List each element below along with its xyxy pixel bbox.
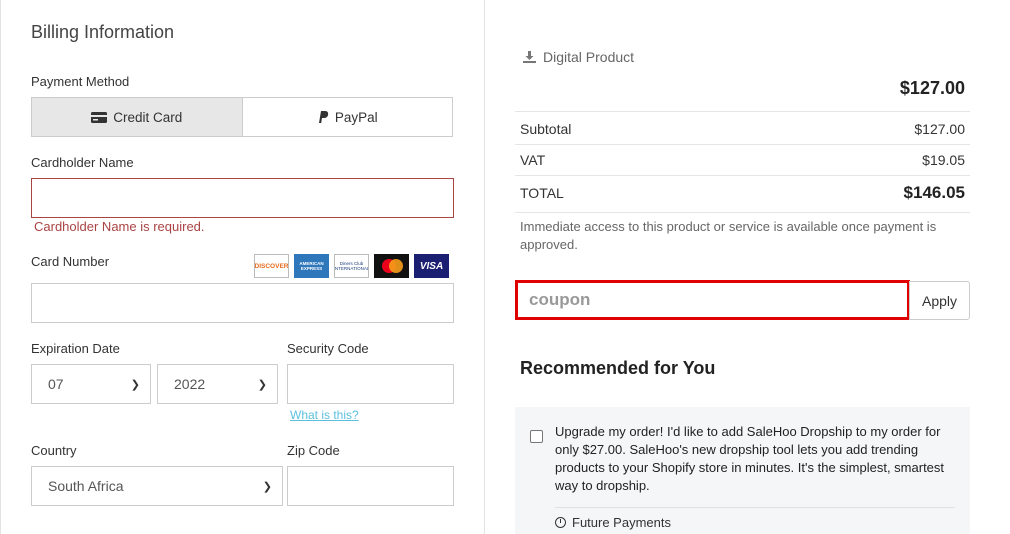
mastercard-logo xyxy=(374,254,409,278)
cardholder-name-input[interactable] xyxy=(31,178,454,218)
subtotal-row: Subtotal $127.00 xyxy=(515,121,970,137)
tab-credit-card[interactable]: Credit Card xyxy=(32,98,243,136)
country-select[interactable]: South Africa ❯ xyxy=(31,466,283,506)
expiration-label: Expiration Date xyxy=(31,341,120,356)
download-icon xyxy=(523,51,536,63)
chevron-down-icon: ❯ xyxy=(257,378,267,391)
zip-code-input[interactable] xyxy=(287,466,454,506)
vat-row: VAT $19.05 xyxy=(515,152,970,168)
exp-year-select[interactable]: 2022 ❯ xyxy=(157,364,278,404)
tab-credit-card-label: Credit Card xyxy=(113,109,183,125)
product-type-label: Digital Product xyxy=(543,49,635,65)
divider xyxy=(515,212,970,213)
payment-method-label: Payment Method xyxy=(31,74,130,89)
card-number-label: Card Number xyxy=(31,254,110,269)
exp-year-value: 2022 xyxy=(174,376,206,392)
total-row: TOTAL $146.05 xyxy=(515,183,970,203)
diners-logo: Diners Club INTERNATIONAL xyxy=(334,254,369,278)
subtotal-label: Subtotal xyxy=(520,121,572,137)
billing-title: Billing Information xyxy=(31,22,175,42)
diners-logo-text: Diners Club INTERNATIONAL xyxy=(334,261,369,271)
security-code-label: Security Code xyxy=(287,341,369,356)
amex-logo: AMERICAN EXPRESS xyxy=(294,254,329,278)
product-type: Digital Product xyxy=(523,49,634,65)
amex-logo-text: AMERICAN EXPRESS xyxy=(299,261,324,271)
mastercard-circle-orange xyxy=(389,259,403,273)
apply-coupon-button[interactable]: Apply xyxy=(909,281,970,320)
divider xyxy=(515,175,970,176)
paypal-icon xyxy=(318,111,329,124)
chevron-down-icon: ❯ xyxy=(130,378,140,391)
cardholder-label: Cardholder Name xyxy=(31,155,134,170)
what-is-this-link[interactable]: What is this? xyxy=(290,408,359,422)
card-number-input[interactable] xyxy=(31,283,454,323)
credit-card-icon xyxy=(91,111,108,123)
country-value: South Africa xyxy=(48,478,124,494)
product-price: $127.00 xyxy=(899,78,965,98)
clock-icon xyxy=(555,517,566,528)
zip-code-label: Zip Code xyxy=(287,443,340,458)
recommended-title: Recommended for You xyxy=(520,358,716,378)
vat-label: VAT xyxy=(520,152,546,168)
access-note: Immediate access to this product or serv… xyxy=(520,219,937,252)
country-label: Country xyxy=(31,443,77,458)
visa-logo: VISA xyxy=(414,254,449,278)
divider xyxy=(555,507,955,508)
future-payments-label: Future Payments xyxy=(572,515,671,530)
coupon-input[interactable] xyxy=(515,280,910,320)
subtotal-value: $127.00 xyxy=(914,121,965,137)
future-payments[interactable]: Future Payments xyxy=(555,515,671,530)
payment-method-tabs: Credit Card PayPal xyxy=(31,97,453,137)
vat-value: $19.05 xyxy=(922,152,965,168)
tab-paypal-label: PayPal xyxy=(334,109,378,125)
total-label: TOTAL xyxy=(520,185,564,201)
discover-logo: DISCOVER xyxy=(254,254,289,278)
divider xyxy=(515,111,970,112)
divider xyxy=(515,144,970,145)
total-value: $146.05 xyxy=(903,183,965,202)
chevron-down-icon: ❯ xyxy=(262,480,272,493)
accepted-cards: DISCOVER AMERICAN EXPRESS Diners Club IN… xyxy=(254,254,449,278)
cardholder-error: Cardholder Name is required. xyxy=(34,219,205,234)
security-code-input[interactable] xyxy=(287,364,454,404)
offer-text: Upgrade my order! I'd like to add SaleHo… xyxy=(555,424,945,493)
upgrade-checkbox[interactable] xyxy=(530,430,543,443)
exp-month-select[interactable]: 07 ❯ xyxy=(31,364,151,404)
tab-paypal[interactable]: PayPal xyxy=(243,98,453,136)
exp-month-value: 07 xyxy=(48,376,64,392)
